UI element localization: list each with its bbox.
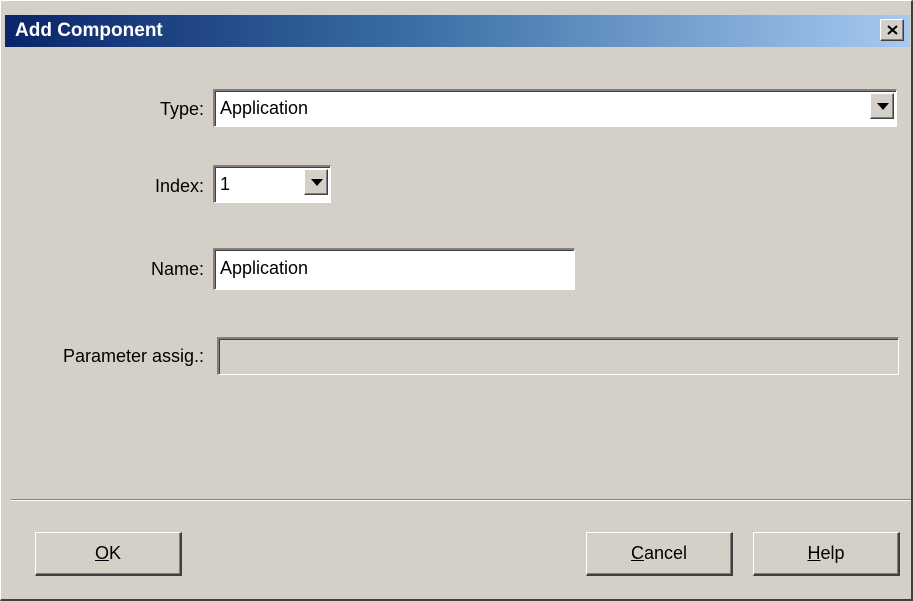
name-value: Application bbox=[220, 258, 309, 278]
type-select[interactable]: Application bbox=[213, 89, 897, 127]
index-select[interactable]: 1 bbox=[213, 165, 331, 203]
cancel-mnemonic: C bbox=[630, 543, 644, 563]
type-label: Type: bbox=[159, 99, 204, 119]
ok-mnemonic: O bbox=[94, 543, 109, 563]
add-component-dialog: Add Component Type: Application Index: 1… bbox=[0, 0, 913, 601]
help-mnemonic: H bbox=[807, 543, 821, 563]
cancel-button[interactable]: Cancel bbox=[586, 532, 733, 576]
index-label: Index: bbox=[154, 176, 204, 196]
name-input[interactable]: Application bbox=[213, 248, 575, 290]
type-dropdown-button[interactable] bbox=[870, 93, 894, 119]
chevron-down-icon bbox=[311, 179, 323, 186]
parameter-assignment-field bbox=[217, 337, 899, 375]
index-dropdown-button[interactable] bbox=[304, 169, 328, 195]
ok-button[interactable]: OK bbox=[35, 532, 182, 576]
name-label: Name: bbox=[150, 259, 204, 279]
index-value: 1 bbox=[220, 174, 231, 194]
help-button[interactable]: Help bbox=[753, 532, 900, 576]
ok-label: K bbox=[109, 543, 122, 563]
help-label: elp bbox=[820, 543, 845, 563]
close-button[interactable] bbox=[880, 19, 904, 41]
type-value: Application bbox=[220, 98, 309, 118]
window-title: Add Component bbox=[15, 20, 163, 41]
title-bar[interactable]: Add Component bbox=[5, 15, 910, 47]
cancel-label: ancel bbox=[643, 543, 688, 563]
parameter-assignment-label: Parameter assig.: bbox=[62, 346, 204, 366]
chevron-down-icon bbox=[877, 103, 889, 110]
close-x-icon bbox=[887, 25, 898, 35]
